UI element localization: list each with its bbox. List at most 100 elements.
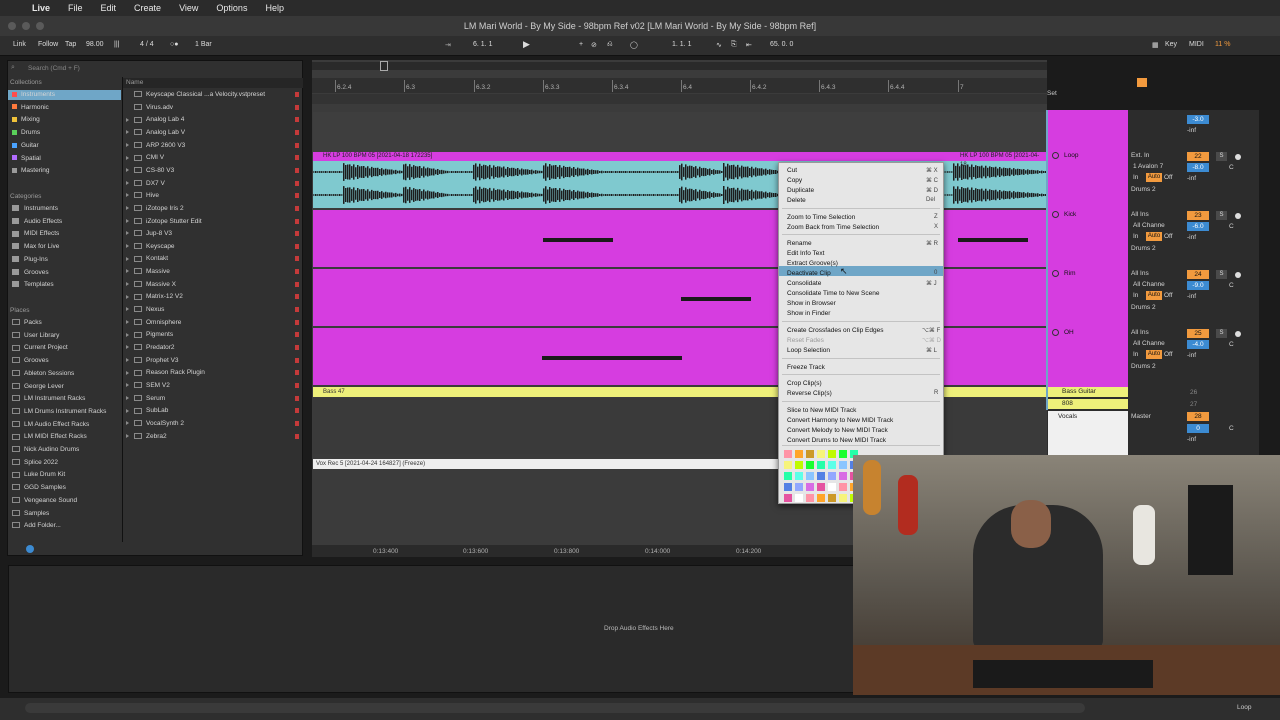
browser-item[interactable]: iZotope Stutter Edit [126,217,202,227]
vocals-track-number[interactable]: 28 [1187,412,1209,421]
category-audio-effects[interactable]: Audio Effects [12,217,62,227]
color-swatch[interactable] [806,494,814,502]
track-volume[interactable]: -6.0 [1187,222,1209,231]
browser-item[interactable]: iZotope Iris 2 [126,204,184,214]
arm-button[interactable] [1235,154,1241,160]
color-swatch[interactable] [828,472,836,480]
browser-item[interactable]: DX7 V [126,179,165,189]
arrangement-position-icon[interactable]: ⇥ [445,41,451,49]
expand-arrow-icon[interactable] [126,117,129,122]
vocals-pan[interactable]: C [1229,425,1234,432]
place-luke-drum-kit[interactable]: Luke Drum Kit [12,470,65,480]
track-input-type[interactable]: Ext. In [1131,152,1149,159]
menu-edit[interactable]: Edit [101,3,117,13]
expand-arrow-icon[interactable] [126,244,129,249]
browser-item[interactable]: Zebra2 [126,432,167,442]
midi-map-button[interactable]: MIDI [1189,41,1204,48]
menu-item-show-in-browser[interactable]: Show in Browser [787,300,836,307]
track-volume[interactable]: -9.0 [1187,281,1209,290]
track-output[interactable]: Drums 2 [1131,245,1156,252]
color-swatch[interactable] [817,472,825,480]
color-swatch[interactable] [784,450,792,458]
key-map-button[interactable]: Key [1165,41,1177,48]
category-midi-effects[interactable]: MIDI Effects [12,229,59,239]
browser-item[interactable]: Kontakt [126,254,168,264]
track-pan[interactable]: C [1229,223,1234,230]
top-volume[interactable]: -3.0 [1187,115,1209,124]
expand-arrow-icon[interactable] [126,193,129,198]
name-column-header[interactable]: Name [126,79,143,86]
color-swatch[interactable] [806,450,814,458]
menu-item-copy[interactable]: Copy [787,177,802,184]
browser-item[interactable]: CMI V [126,153,164,163]
track-volume[interactable]: -4.0 [1187,340,1209,349]
place-vengeance-sound[interactable]: Vengeance Sound [12,496,77,506]
expand-arrow-icon[interactable] [126,307,129,312]
browser-search-input[interactable]: Search (Cmd + F) [10,63,300,74]
track-pan[interactable]: C [1229,164,1234,171]
menu-item-freeze-track[interactable]: Freeze Track [787,364,825,371]
track-pan[interactable]: C [1229,282,1234,289]
color-swatch[interactable] [795,450,803,458]
color-swatch[interactable] [806,483,814,491]
color-swatch[interactable] [806,472,814,480]
automation-arm-icon[interactable]: ⊘ [591,41,597,49]
collection-guitar[interactable]: Guitar [12,141,39,151]
color-swatch[interactable] [828,494,836,502]
expand-arrow-icon[interactable] [126,256,129,261]
bass-guitar-header[interactable]: Bass Guitar [1048,387,1128,397]
color-swatch[interactable] [839,494,847,502]
track-activator-number[interactable]: 25 [1187,329,1209,338]
collection-mixing[interactable]: Mixing [12,115,40,125]
color-swatch[interactable] [784,472,792,480]
expand-arrow-icon[interactable] [126,383,129,388]
track-header-oh[interactable]: OH [1052,329,1074,336]
category-instruments[interactable]: Instruments [12,204,58,214]
menu-item-crop-clip-s-[interactable]: Crop Clip(s) [787,380,822,387]
play-button[interactable]: ▶ [523,39,530,50]
place-nick-audino-drums[interactable]: Nick Audino Drums [12,445,79,455]
punch-in-icon[interactable]: ⎘ [731,41,737,49]
monitor-auto-button[interactable]: Auto [1146,350,1162,359]
category-templates[interactable]: Templates [12,280,54,290]
browser-item[interactable]: Massive X [126,280,176,290]
place-lm-drums-instrument-racks[interactable]: LM Drums Instrument Racks [12,407,106,417]
place-splice-2022[interactable]: Splice 2022 [12,458,58,468]
expand-arrow-icon[interactable] [126,206,129,211]
fold-icon[interactable] [1052,270,1059,277]
browser-item[interactable]: Keyscape Classical ...a Velocity.vstpres… [126,90,265,100]
keyboard-icon[interactable]: ▦ [1152,41,1159,49]
monitor-auto-button[interactable]: Auto [1146,232,1162,241]
color-swatch[interactable] [828,450,836,458]
punch-out-icon[interactable]: ⇤ [746,41,752,49]
color-swatch[interactable] [795,494,803,502]
track-output[interactable]: Drums 2 [1131,363,1156,370]
expand-arrow-icon[interactable] [126,319,129,324]
color-swatch[interactable] [806,461,814,469]
expand-arrow-icon[interactable] [126,345,129,350]
menu-item-convert-melody-to-new-midi-track[interactable]: Convert Melody to New MIDI Track [787,427,888,434]
browser-item[interactable]: Massive [126,267,170,277]
color-swatch[interactable] [817,494,825,502]
track-input-channel[interactable]: All Channe [1133,222,1165,229]
color-swatch[interactable] [839,483,847,491]
menu-view[interactable]: View [179,3,198,13]
track-input-channel[interactable]: 1 Avalon 7 [1133,163,1163,170]
browser-item[interactable]: Virus.adv [126,103,173,113]
place-lm-midi-effect-racks[interactable]: LM MIDI Effect Racks [12,432,87,442]
color-swatch[interactable] [828,483,836,491]
place-lm-instrument-racks[interactable]: LM Instrument Racks [12,394,85,404]
loop-length-field[interactable]: 65. 0. 0 [770,41,793,48]
track-activator-number[interactable]: 24 [1187,270,1209,279]
time-signature-field[interactable]: 4 / 4 [140,41,154,48]
fold-icon[interactable] [1052,152,1059,159]
expand-arrow-icon[interactable] [126,395,129,400]
place-ggd-samples[interactable]: GGD Samples [12,483,66,493]
menu-item-show-in-finder[interactable]: Show in Finder [787,310,830,317]
solo-button[interactable]: S [1216,329,1227,338]
expand-arrow-icon[interactable] [126,282,129,287]
monitor-in-button[interactable]: In [1133,351,1138,358]
loop-switch-icon[interactable]: ◯ [630,41,638,49]
collection-harmonic[interactable]: Harmonic [12,103,49,113]
monitor-off-button[interactable]: Off [1164,174,1173,181]
